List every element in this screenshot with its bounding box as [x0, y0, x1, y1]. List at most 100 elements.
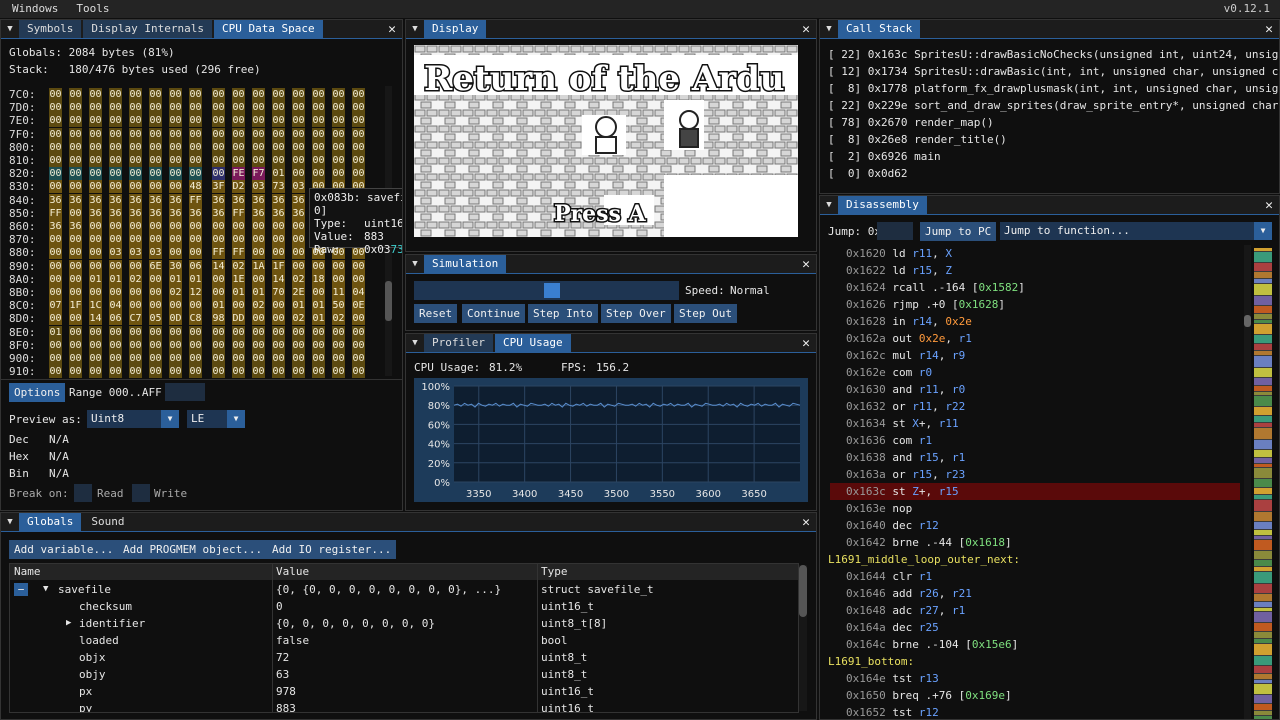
- hex-byte[interactable]: 00: [252, 352, 265, 365]
- disassembly-label-line[interactable]: L1691_middle_loop_outer_next:: [828, 551, 1238, 568]
- hex-byte[interactable]: 00: [292, 88, 305, 101]
- disassembly-line[interactable]: 0x1652 tst r12: [830, 704, 1240, 719]
- hex-byte[interactable]: 00: [252, 365, 265, 379]
- hex-byte[interactable]: 00: [189, 154, 202, 167]
- hex-byte[interactable]: 00: [189, 220, 202, 233]
- hex-byte[interactable]: 50: [332, 299, 345, 313]
- hex-byte[interactable]: 00: [149, 154, 162, 167]
- hex-byte[interactable]: 00: [149, 88, 162, 101]
- hex-byte[interactable]: 00: [109, 101, 122, 115]
- hex-byte[interactable]: 00: [129, 180, 142, 194]
- hex-byte[interactable]: 00: [272, 352, 285, 365]
- hex-byte[interactable]: 00: [109, 352, 122, 365]
- hex-byte[interactable]: 00: [332, 88, 345, 101]
- hex-byte[interactable]: 00: [332, 365, 345, 379]
- table-row[interactable]: checksum 0 uint16_t: [10, 598, 796, 615]
- hex-byte[interactable]: 00: [49, 233, 62, 247]
- hex-byte[interactable]: 00: [212, 167, 225, 181]
- hex-byte[interactable]: 00: [292, 325, 305, 339]
- hex-byte[interactable]: F7: [252, 167, 265, 181]
- hex-byte[interactable]: 00: [212, 233, 225, 247]
- hex-byte[interactable]: FE: [232, 167, 245, 181]
- hex-byte[interactable]: 00: [272, 140, 285, 154]
- options-button[interactable]: Options: [9, 383, 66, 402]
- hex-byte[interactable]: 00: [49, 352, 62, 365]
- hex-byte[interactable]: 00: [232, 233, 245, 247]
- hex-byte[interactable]: 00: [352, 127, 365, 141]
- hex-byte[interactable]: 01: [212, 299, 225, 313]
- hex-byte[interactable]: 02: [232, 259, 245, 273]
- hex-byte[interactable]: 00: [312, 114, 325, 128]
- hex-byte[interactable]: 00: [189, 88, 202, 101]
- hex-byte[interactable]: 00: [332, 352, 345, 365]
- disassembly-line[interactable]: 0x163a or r15, r23: [830, 466, 1240, 483]
- disassembly-line[interactable]: 0x1636 com r1: [830, 432, 1240, 449]
- disassembly-line[interactable]: 0x1648 adc r27, r1: [830, 602, 1240, 619]
- hex-byte[interactable]: 14: [272, 272, 285, 286]
- call-stack-frame[interactable]: [ 8] 0x1778 platform_fx_drawplusmask(int…: [828, 82, 1279, 95]
- tab-display-internals[interactable]: Display Internals: [83, 20, 212, 38]
- hex-byte[interactable]: 00: [312, 365, 325, 379]
- hex-byte[interactable]: 00: [332, 259, 345, 273]
- hex-byte[interactable]: 00: [129, 233, 142, 247]
- hex-byte[interactable]: 0D: [169, 312, 182, 326]
- hex-byte[interactable]: 00: [69, 180, 82, 194]
- hex-byte[interactable]: 36: [169, 193, 182, 207]
- hex-byte[interactable]: 00: [212, 286, 225, 299]
- disassembly-line[interactable]: 0x1640 dec r12: [830, 517, 1240, 534]
- hex-byte[interactable]: 00: [129, 299, 142, 313]
- collapse-icon[interactable]: ▼: [406, 255, 424, 273]
- disassembly-line[interactable]: 0x162e com r0: [830, 364, 1240, 381]
- hex-byte[interactable]: 00: [252, 140, 265, 154]
- hex-byte[interactable]: 00: [69, 233, 82, 247]
- hex-byte[interactable]: 00: [212, 352, 225, 365]
- hex-byte[interactable]: 00: [89, 352, 102, 365]
- hex-byte[interactable]: 1F: [272, 259, 285, 273]
- hex-byte[interactable]: 00: [69, 114, 82, 128]
- tab-simulation[interactable]: Simulation: [424, 255, 507, 273]
- disassembly-line[interactable]: 0x1650 breq .+76 [0x169e]: [830, 687, 1240, 704]
- hex-byte[interactable]: 00: [149, 233, 162, 247]
- hex-byte[interactable]: 00: [169, 140, 182, 154]
- hex-byte[interactable]: 00: [69, 286, 82, 299]
- hex-byte[interactable]: 00: [212, 220, 225, 233]
- hex-byte[interactable]: 00: [129, 352, 142, 365]
- hex-byte[interactable]: 36: [149, 206, 162, 220]
- hex-byte[interactable]: 00: [109, 325, 122, 339]
- jump-address-input[interactable]: [877, 222, 913, 240]
- hex-byte[interactable]: 01: [49, 325, 62, 339]
- hex-byte[interactable]: 36: [272, 206, 285, 220]
- add-variable-button[interactable]: Add variable...: [9, 540, 119, 559]
- hex-byte[interactable]: 00: [312, 101, 325, 115]
- hex-byte[interactable]: 00: [69, 365, 82, 379]
- hex-byte[interactable]: 36: [169, 206, 182, 220]
- hex-byte[interactable]: 00: [212, 101, 225, 115]
- hex-byte[interactable]: 00: [272, 220, 285, 233]
- hex-byte[interactable]: 00: [292, 352, 305, 365]
- hex-byte[interactable]: 00: [89, 88, 102, 101]
- hex-byte[interactable]: 00: [332, 167, 345, 181]
- hex-byte[interactable]: 48: [189, 180, 202, 194]
- hex-byte[interactable]: 00: [109, 127, 122, 141]
- hex-byte[interactable]: 36: [129, 206, 142, 220]
- hex-byte[interactable]: 00: [352, 259, 365, 273]
- hex-byte[interactable]: 00: [292, 233, 305, 247]
- disassembly-line[interactable]: 0x1638 and r15, r1: [830, 449, 1240, 466]
- hex-byte[interactable]: 00: [49, 365, 62, 379]
- hex-byte[interactable]: 00: [272, 114, 285, 128]
- hex-byte[interactable]: 00: [312, 259, 325, 273]
- hex-byte[interactable]: 01: [89, 272, 102, 286]
- hex-byte[interactable]: 00: [169, 338, 182, 352]
- hex-byte[interactable]: 00: [292, 101, 305, 115]
- hex-byte[interactable]: 00: [272, 299, 285, 313]
- hex-byte[interactable]: 00: [312, 127, 325, 141]
- hex-byte[interactable]: 00: [212, 338, 225, 352]
- hex-byte[interactable]: 00: [352, 114, 365, 128]
- hex-byte[interactable]: 00: [272, 338, 285, 352]
- hex-byte[interactable]: 00: [169, 101, 182, 115]
- hex-byte[interactable]: 00: [312, 352, 325, 365]
- hex-byte[interactable]: 03: [149, 246, 162, 260]
- hex-byte[interactable]: 00: [169, 180, 182, 194]
- hex-byte[interactable]: 00: [292, 167, 305, 181]
- hex-byte[interactable]: 00: [252, 325, 265, 339]
